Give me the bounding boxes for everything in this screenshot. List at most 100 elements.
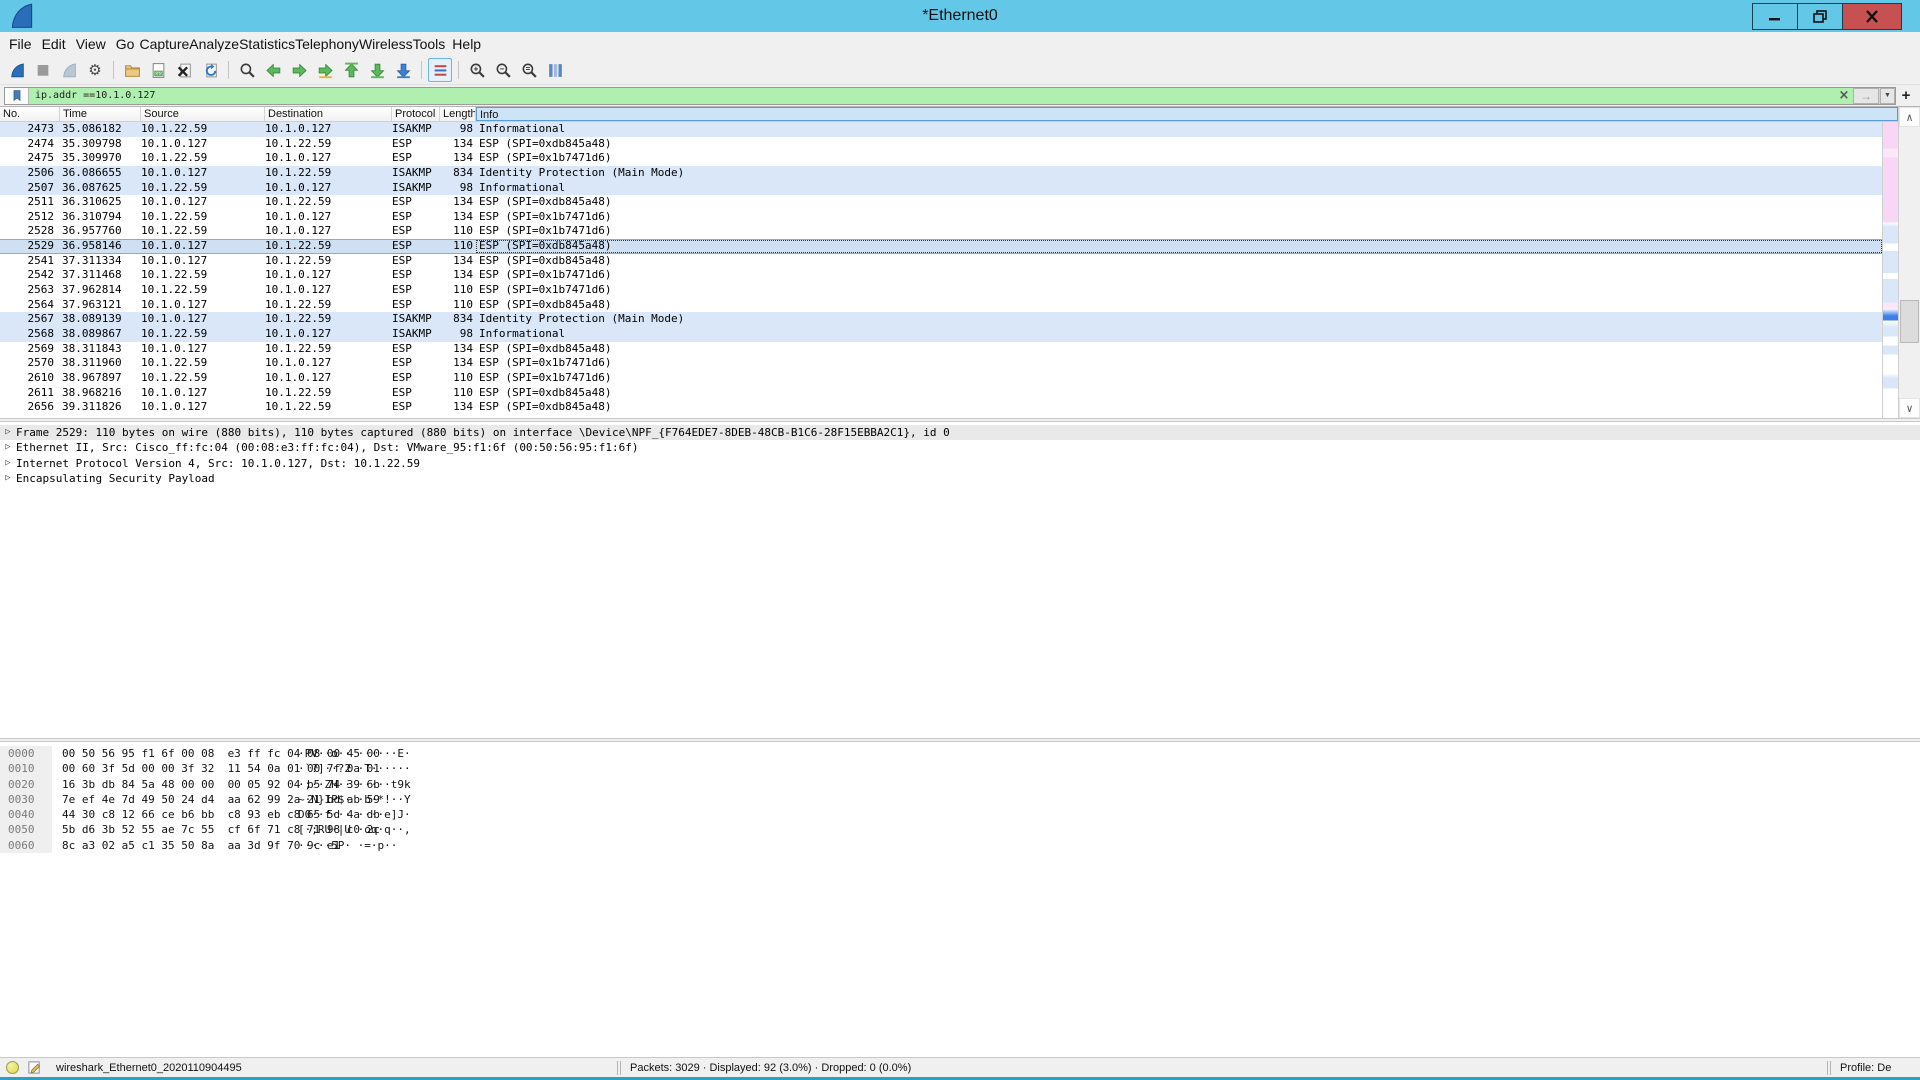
column-header-proto[interactable]: Protocol [392, 107, 440, 121]
scroll-up-icon[interactable]: ∧ [1899, 107, 1920, 127]
menu-item-wireless[interactable]: Wireless [359, 36, 413, 52]
open-file-icon[interactable] [120, 58, 144, 82]
menu-item-tools[interactable]: Tools [413, 36, 446, 52]
menu-item-statistics[interactable]: Statistics [239, 36, 295, 52]
column-header-info[interactable]: Info [476, 107, 1898, 121]
packet-row-2570[interactable]: 257038.31196010.1.22.5910.1.0.127ESP134E… [0, 356, 1882, 371]
packet-row-2656[interactable]: 265639.31182610.1.0.12710.1.22.59ESP134E… [0, 400, 1882, 415]
apply-filter-icon[interactable]: → [1853, 88, 1879, 104]
detail-line-2[interactable]: ▷Internet Protocol Version 4, Src: 10.1.… [0, 456, 1920, 471]
resize-columns-icon[interactable] [543, 58, 567, 82]
zoom-out-icon[interactable]: − [491, 58, 515, 82]
packet-list-scrollbar[interactable]: ∧ ∨ [1898, 107, 1920, 418]
expand-arrow-icon[interactable]: ▷ [0, 456, 16, 471]
column-header-no[interactable]: No. [0, 107, 60, 121]
restart-capture-icon[interactable] [57, 58, 81, 82]
go-to-packet-icon[interactable] [313, 58, 337, 82]
packet-row-2528[interactable]: 252836.95776010.1.22.5910.1.0.127ESP110E… [0, 224, 1882, 239]
detail-line-1[interactable]: ▷Ethernet II, Src: Cisco_ff:fc:04 (00:08… [0, 440, 1920, 455]
cell-info: ESP (SPI=0x1b7471d6) [476, 283, 1882, 298]
detail-line-0[interactable]: ▷Frame 2529: 110 bytes on wire (880 bits… [0, 425, 1920, 440]
start-capture-icon[interactable] [5, 58, 29, 82]
cell-dst: 10.1.0.127 [265, 181, 392, 196]
menu-item-capture[interactable]: Capture [139, 36, 189, 52]
cell-proto: ESP [392, 386, 440, 401]
go-forward-icon[interactable] [287, 58, 311, 82]
packet-row-2569[interactable]: 256938.31184310.1.0.12710.1.22.59ESP134E… [0, 342, 1882, 357]
expert-info-icon[interactable] [6, 1061, 19, 1074]
cell-time: 36.957760 [60, 224, 141, 239]
reload-file-icon[interactable] [198, 58, 222, 82]
find-packet-icon[interactable] [235, 58, 259, 82]
column-header-src[interactable]: Source [141, 107, 265, 121]
cell-time: 38.311843 [60, 342, 141, 357]
save-file-icon[interactable]: 010 [146, 58, 170, 82]
packet-row-2610[interactable]: 261038.96789710.1.22.5910.1.0.127ESP110E… [0, 371, 1882, 386]
profile-indicator[interactable]: Profile: De [1832, 1062, 1914, 1074]
packet-row-2563[interactable]: 256337.96281410.1.22.5910.1.0.127ESP110E… [0, 283, 1882, 298]
column-header-dst[interactable]: Destination [265, 107, 392, 121]
column-header-len[interactable]: Length [440, 107, 476, 121]
hex-row[interactable]: 00505b d6 3b 52 55 ae 7c 55 cf 6f 71 c8 … [0, 822, 1920, 837]
hex-row[interactable]: 00307e ef 4e 7d 49 50 24 d4 aa 62 99 2a … [0, 792, 1920, 807]
packet-row-2564[interactable]: 256437.96312110.1.0.12710.1.22.59ESP110E… [0, 298, 1882, 313]
menu-item-analyze[interactable]: Analyze [189, 36, 239, 52]
zoom-in-icon[interactable]: + [465, 58, 489, 82]
hex-row[interactable]: 000000 50 56 95 f1 6f 00 08 e3 ff fc 04 … [0, 746, 1920, 761]
packet-row-2473[interactable]: 247335.08618210.1.22.5910.1.0.127ISAKMP9… [0, 122, 1882, 137]
expand-arrow-icon[interactable]: ▷ [0, 471, 16, 486]
menu-item-go[interactable]: Go [111, 36, 140, 52]
packet-row-2529[interactable]: 252936.95814610.1.0.12710.1.22.59ESP110E… [0, 239, 1882, 254]
zoom-reset-icon[interactable]: = [517, 58, 541, 82]
menu-item-edit[interactable]: Edit [37, 36, 71, 52]
hex-row[interactable]: 001000 60 3f 5d 00 00 3f 32 11 54 0a 01 … [0, 761, 1920, 776]
menu-item-view[interactable]: View [71, 36, 111, 52]
expand-arrow-icon[interactable]: ▷ [0, 440, 16, 455]
minimize-button[interactable] [1752, 3, 1798, 30]
filter-bookmark-button[interactable] [5, 88, 29, 104]
packet-row-2506[interactable]: 250636.08665510.1.0.12710.1.22.59ISAKMP8… [0, 166, 1882, 181]
main-toolbar: ■ ⚙ 010 +−= [0, 56, 1920, 84]
packet-row-2507[interactable]: 250736.08762510.1.22.5910.1.0.127ISAKMP9… [0, 181, 1882, 196]
packet-row-2512[interactable]: 251236.31079410.1.22.5910.1.0.127ESP134E… [0, 210, 1882, 225]
packet-row-2541[interactable]: 254137.31133410.1.0.12710.1.22.59ESP134E… [0, 254, 1882, 269]
packet-row-2568[interactable]: 256838.08986710.1.22.5910.1.0.127ISAKMP9… [0, 327, 1882, 342]
capture-filename[interactable]: wireshark_Ethernet0_2020110904495 [56, 1062, 616, 1074]
hex-row[interactable]: 004044 30 c8 12 66 ce b6 bb c8 93 eb c8 … [0, 807, 1920, 822]
packet-row-2475[interactable]: 247535.30997010.1.22.5910.1.0.127ESP134E… [0, 151, 1882, 166]
packet-row-2511[interactable]: 251136.31062510.1.0.12710.1.22.59ESP134E… [0, 195, 1882, 210]
capture-file-comment-icon[interactable] [27, 1060, 42, 1075]
expand-arrow-icon[interactable]: ▷ [0, 425, 16, 440]
hex-row[interactable]: 00608c a3 02 a5 c1 35 50 8a aa 3d 9f 70 … [0, 838, 1920, 853]
menu-item-help[interactable]: Help [445, 36, 485, 52]
add-filter-button[interactable]: + [1896, 87, 1916, 104]
column-header-time[interactable]: Time [60, 107, 141, 121]
filter-dropdown-icon[interactable]: ▼ [1880, 88, 1895, 104]
clear-filter-icon[interactable]: × [1835, 88, 1853, 103]
detail-line-3[interactable]: ▷Encapsulating Security Payload [0, 471, 1920, 486]
display-filter-input[interactable]: ip.addr ==10.1.0.127 [29, 90, 1835, 101]
capture-options-icon[interactable]: ⚙ [83, 58, 107, 82]
close-button[interactable] [1842, 3, 1902, 30]
packet-row-2611[interactable]: 261138.96821610.1.0.12710.1.22.59ESP110E… [0, 386, 1882, 401]
cell-len: 110 [440, 298, 476, 313]
cell-dst: 10.1.22.59 [265, 312, 392, 327]
maximize-button[interactable] [1797, 3, 1843, 30]
hex-row[interactable]: 002016 3b db 84 5a 48 00 00 00 05 92 04 … [0, 777, 1920, 792]
go-back-icon[interactable] [261, 58, 285, 82]
close-file-icon[interactable] [172, 58, 196, 82]
packet-row-2567[interactable]: 256738.08913910.1.0.12710.1.22.59ISAKMP8… [0, 312, 1882, 327]
stop-capture-icon[interactable]: ■ [31, 58, 55, 82]
menu-item-file[interactable]: File [4, 36, 37, 52]
auto-scroll-icon[interactable] [391, 58, 415, 82]
go-bottom-icon[interactable] [365, 58, 389, 82]
packet-row-2542[interactable]: 254237.31146810.1.22.5910.1.0.127ESP134E… [0, 268, 1882, 283]
scrollbar-thumb[interactable] [1900, 300, 1919, 344]
colorize-icon[interactable] [428, 58, 452, 82]
scroll-down-icon[interactable]: ∨ [1899, 398, 1920, 418]
go-top-icon[interactable] [339, 58, 363, 82]
packet-row-2474[interactable]: 247435.30979810.1.0.12710.1.22.59ESP134E… [0, 137, 1882, 152]
intelligent-scrollbar-minimap[interactable] [1882, 122, 1898, 418]
menu-item-telephony[interactable]: Telephony [295, 36, 359, 52]
hex-offset: 0050 [0, 822, 52, 837]
